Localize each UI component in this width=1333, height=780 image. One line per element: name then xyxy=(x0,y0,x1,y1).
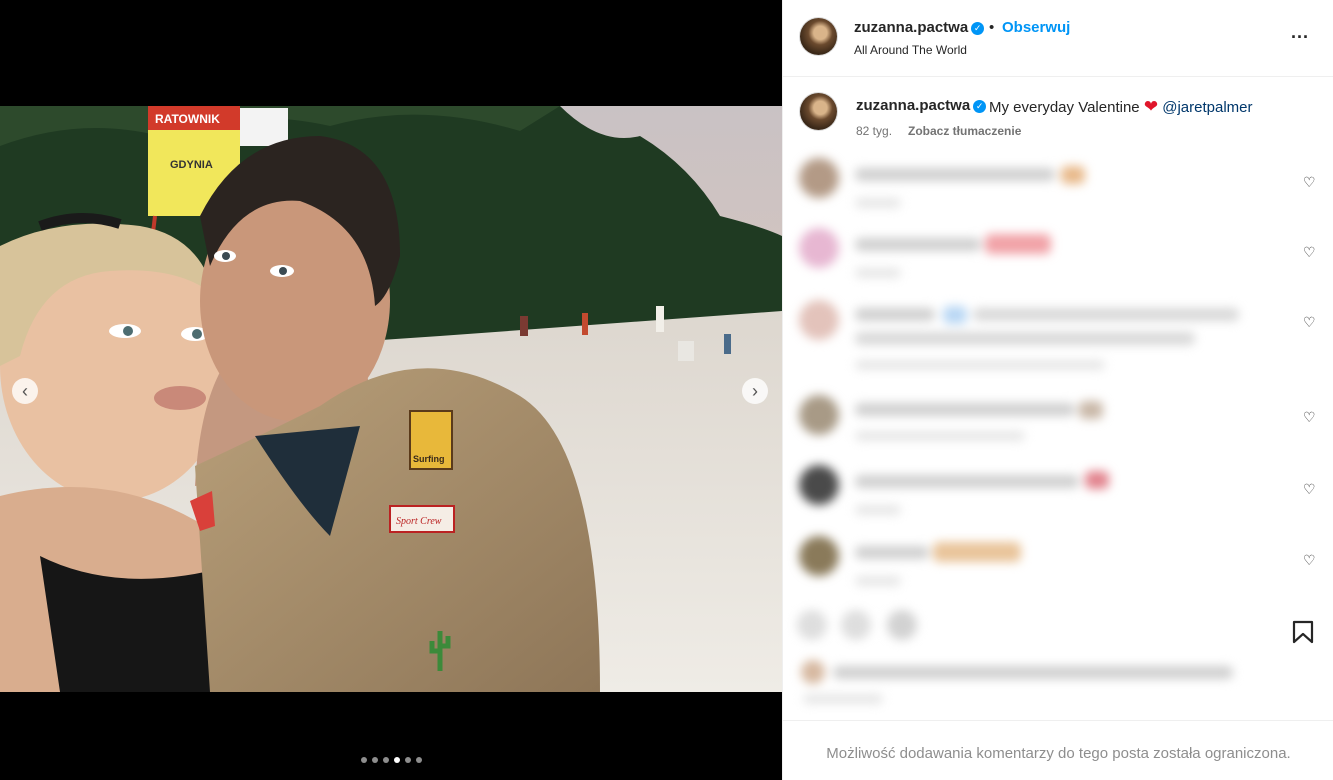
media-pane: RATOWNIK GDYNIA Surfing Sport Crew ‹ › xyxy=(0,0,782,780)
author-username[interactable]: zuzanna.pactwa xyxy=(854,19,968,36)
caption-body: My everyday Valentine xyxy=(989,99,1140,116)
author-username-link[interactable]: zuzanna.pactwa ✓ xyxy=(854,19,985,36)
follow-button[interactable]: Obserwuj xyxy=(1002,19,1070,36)
carousel-next-button[interactable]: › xyxy=(742,378,768,404)
location-link[interactable]: All Around The World xyxy=(854,43,967,57)
author-avatar[interactable] xyxy=(800,18,837,55)
post-actions xyxy=(783,602,1333,720)
carousel-dot xyxy=(360,757,367,763)
caption-text: My everyday Valentine ❤ @jaretpalmer xyxy=(989,97,1253,117)
comments-list: ♡ ♡ ♡ ♡ ♡ ♡ xyxy=(783,150,1333,600)
comment-like-icon[interactable]: ♡ xyxy=(1303,174,1316,191)
heart-emoji-icon: ❤ xyxy=(1143,97,1159,116)
comment-like-icon[interactable]: ♡ xyxy=(1303,481,1316,498)
save-bookmark-icon[interactable] xyxy=(1292,620,1314,644)
caption-username-link[interactable]: zuzanna.pactwa ✓ xyxy=(856,97,987,114)
post-photo[interactable]: RATOWNIK GDYNIA Surfing Sport Crew xyxy=(0,106,782,692)
carousel-dot xyxy=(393,757,400,763)
caption-avatar[interactable] xyxy=(800,93,837,130)
caption-username[interactable]: zuzanna.pactwa xyxy=(856,97,970,114)
see-translation-button[interactable]: Zobacz tłumaczenie xyxy=(908,124,1021,138)
comment-like-icon[interactable]: ♡ xyxy=(1303,409,1316,426)
sign-text-top: RATOWNIK xyxy=(155,112,220,126)
carousel-dot xyxy=(371,757,378,763)
header-separator: • xyxy=(989,19,995,36)
sign-text-bottom: GDYNIA xyxy=(170,159,213,171)
carousel-indicator xyxy=(0,757,782,763)
patch-text-1: Surfing xyxy=(413,454,445,464)
carousel-dot xyxy=(382,757,389,763)
comment-like-icon[interactable]: ♡ xyxy=(1303,314,1316,331)
carousel-prev-button[interactable]: ‹ xyxy=(12,378,38,404)
sign-board xyxy=(240,108,288,146)
verified-badge-icon: ✓ xyxy=(971,22,985,35)
post-header: zuzanna.pactwa ✓ • Obserwuj All Around Th… xyxy=(783,0,1333,77)
carousel-dot xyxy=(415,757,422,763)
patch-text-2: Sport Crew xyxy=(396,516,442,527)
carousel-dot xyxy=(404,757,411,763)
comment-like-icon[interactable]: ♡ xyxy=(1303,244,1316,261)
photo-illustration: RATOWNIK GDYNIA Surfing Sport Crew xyxy=(0,106,782,692)
comments-restricted-notice: Możliwość dodawania komentarzy do tego p… xyxy=(783,720,1333,780)
caption-verified-badge-icon: ✓ xyxy=(973,100,987,113)
more-options-icon[interactable]: ... xyxy=(1291,22,1309,43)
caption-mention-link[interactable]: @jaretpalmer xyxy=(1162,99,1252,116)
caption-timestamp[interactable]: 82 tyg. xyxy=(856,124,892,138)
post-side-panel: zuzanna.pactwa ✓ • Obserwuj All Around Th… xyxy=(782,0,1333,780)
comment-like-icon[interactable]: ♡ xyxy=(1303,552,1316,569)
